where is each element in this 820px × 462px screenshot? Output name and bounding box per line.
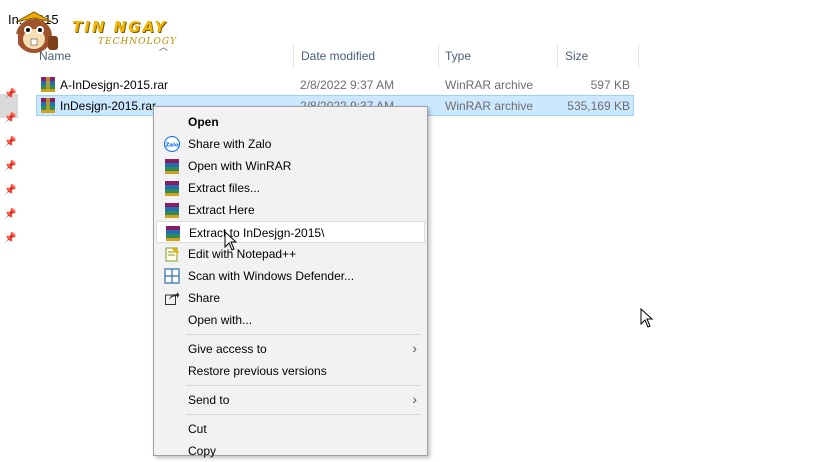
column-header-type[interactable]: Type <box>445 49 471 63</box>
menu-item-cut[interactable]: Cut <box>156 418 425 440</box>
menu-item-copy[interactable]: Copy <box>156 440 425 462</box>
menu-item-send-to[interactable]: Send to › <box>156 389 425 411</box>
pin-icon[interactable]: 📌 <box>4 138 16 148</box>
winrar-icon <box>166 226 180 241</box>
column-header-date-modified[interactable]: Date modified <box>301 49 375 63</box>
notepad-plus-plus-icon <box>165 247 179 262</box>
file-type: WinRAR archive <box>445 78 534 92</box>
zalo-icon: Zalo <box>164 136 180 152</box>
share-icon <box>165 292 180 305</box>
menu-item-open[interactable]: Open <box>156 111 425 133</box>
column-divider[interactable] <box>293 44 294 68</box>
menu-item-label: Scan with Windows Defender... <box>188 269 355 283</box>
menu-item-scan-with-windows-defender[interactable]: Scan with Windows Defender... <box>156 265 425 287</box>
file-name: A-InDesjgn-2015.rar <box>60 78 169 92</box>
column-divider[interactable] <box>438 44 439 68</box>
menu-item-share-with-zalo[interactable]: Zalo Share with Zalo <box>156 133 425 155</box>
menu-item-extract-to-folder[interactable]: Extract to InDesjgn-2015\ <box>156 221 425 243</box>
winrar-icon <box>41 77 55 92</box>
menu-item-label: Restore previous versions <box>188 364 327 378</box>
column-header-row: ︿ Name Date modified Type Size <box>34 40 640 72</box>
menu-item-restore-previous-versions[interactable]: Restore previous versions <box>156 360 425 382</box>
menu-separator <box>186 385 420 386</box>
winrar-icon <box>165 203 179 218</box>
menu-item-open-with[interactable]: Open with... <box>156 309 425 331</box>
navigation-pane[interactable]: 📌 📌 📌 📌 📌 📌 📌 <box>0 34 18 450</box>
mouse-cursor-icon <box>640 308 654 328</box>
winrar-icon <box>41 98 55 113</box>
menu-item-label: Send to <box>188 393 230 407</box>
pin-icon[interactable]: 📌 <box>4 210 16 220</box>
sort-ascending-icon: ︿ <box>159 42 169 52</box>
menu-item-label: Extract files... <box>188 181 261 195</box>
svg-text:Zalo: Zalo <box>165 143 179 149</box>
menu-item-label: Cut <box>188 422 207 436</box>
pin-icon[interactable]: 📌 <box>4 162 16 172</box>
file-date-modified: 2/8/2022 9:37 AM <box>300 78 395 92</box>
file-size: 597 KB <box>590 78 630 92</box>
menu-item-label: Open with... <box>188 313 253 327</box>
menu-item-label: Give access to <box>188 342 267 356</box>
pin-icon[interactable]: 📌 <box>4 234 16 244</box>
winrar-icon <box>165 159 179 174</box>
chevron-right-icon: › <box>412 391 417 407</box>
menu-item-label: Open with WinRAR <box>188 159 292 173</box>
menu-item-edit-with-notepad-plus-plus[interactable]: Edit with Notepad++ <box>156 243 425 265</box>
pin-icon[interactable]: 📌 <box>4 186 16 196</box>
mouse-cursor-icon <box>224 231 238 251</box>
menu-item-label: Open <box>188 115 219 129</box>
column-header-size[interactable]: Size <box>565 49 588 63</box>
file-type: WinRAR archive <box>445 99 534 113</box>
menu-item-give-access-to[interactable]: Give access to › <box>156 338 425 360</box>
menu-item-share[interactable]: Share <box>156 287 425 309</box>
column-header-name[interactable]: Name <box>39 49 71 63</box>
file-name: InDesjgn-2015.rar <box>60 99 157 113</box>
menu-item-label: Extract Here <box>188 203 255 217</box>
menu-item-extract-files[interactable]: Extract files... <box>156 177 425 199</box>
winrar-icon <box>165 181 179 196</box>
windows-defender-icon <box>164 268 180 284</box>
menu-item-label: Edit with Notepad++ <box>188 247 297 261</box>
menu-item-open-with-winrar[interactable]: Open with WinRAR <box>156 155 425 177</box>
logo-brand-text: TIN NGAY <box>72 18 168 36</box>
pin-icon[interactable]: 📌 <box>4 114 16 124</box>
chevron-right-icon: › <box>412 340 417 356</box>
menu-item-extract-here[interactable]: Extract Here <box>156 199 425 221</box>
file-size: 535,169 KB <box>567 99 630 113</box>
menu-item-label: Extract to InDesjgn-2015\ <box>189 226 325 240</box>
context-menu: Open Zalo Share with Zalo Open with WinR… <box>153 106 428 458</box>
menu-item-label: Copy <box>188 444 217 458</box>
column-divider[interactable] <box>638 44 639 68</box>
menu-item-label: Share with Zalo <box>188 137 272 151</box>
menu-separator <box>186 334 420 335</box>
menu-item-label: Share <box>188 291 221 305</box>
column-divider[interactable] <box>557 44 558 68</box>
pin-icon[interactable]: 📌 <box>4 90 16 100</box>
file-row[interactable]: A-InDesjgn-2015.rar 2/8/2022 9:37 AM Win… <box>36 74 634 95</box>
menu-separator <box>186 414 420 415</box>
